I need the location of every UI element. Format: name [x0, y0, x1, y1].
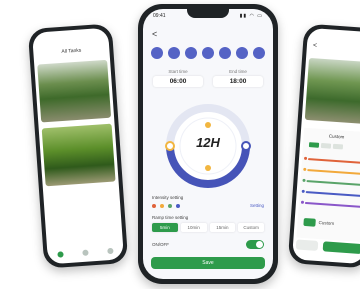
channel-slider-5[interactable]: [304, 201, 360, 208]
day-toggle-5[interactable]: [219, 47, 231, 59]
start-time-label: Start time: [168, 69, 188, 74]
intensity-dot-3: [168, 204, 172, 208]
back-icon[interactable]: <: [152, 29, 157, 39]
ramp-label: Ramp time setting: [152, 215, 189, 220]
onoff-label: ON/OFF: [152, 242, 169, 247]
status-time: 09:41: [153, 13, 166, 19]
intensity-dot-2: [160, 204, 164, 208]
left-screen: All Tanks: [32, 27, 124, 265]
custom-button[interactable]: [303, 217, 316, 227]
day-toggle-4[interactable]: [202, 47, 214, 59]
channel-slider-4[interactable]: [305, 191, 360, 197]
save-button[interactable]: [322, 241, 360, 255]
day-toggle-2[interactable]: [168, 47, 180, 59]
intensity-dot-4: [176, 204, 180, 208]
channel-slider-1[interactable]: [307, 158, 360, 164]
tab-1[interactable]: [308, 142, 320, 148]
day-toggle-3[interactable]: [185, 47, 197, 59]
home-icon[interactable]: [56, 251, 64, 258]
end-time-label: End time: [229, 69, 247, 74]
intensity-row: Setting: [152, 203, 264, 213]
moon-icon: [205, 165, 211, 171]
day-toggle-7[interactable]: [253, 47, 265, 59]
setting-link[interactable]: Setting: [250, 203, 264, 208]
start-time-value[interactable]: 06:00: [153, 76, 203, 87]
right-screen: < Custom Custom: [291, 27, 360, 265]
cancel-button[interactable]: [295, 239, 319, 251]
left-bottom-nav: [47, 247, 123, 258]
status-icons: ▮▮ ◠ ▭: [239, 13, 263, 19]
phone-right: < Custom Custom: [287, 23, 360, 269]
ramp-option-2[interactable]: 10min: [180, 223, 207, 232]
ramp-options: 5min 10min 15min Custom: [152, 223, 264, 232]
onoff-toggle[interactable]: [246, 240, 264, 249]
tab-3[interactable]: [332, 143, 344, 150]
ramp-option-1[interactable]: 5min: [152, 223, 178, 232]
status-bar: 09:41 ▮▮ ◠ ▭: [153, 13, 263, 21]
dial-duration: 12H: [196, 135, 220, 150]
sun-icon: [205, 122, 211, 128]
end-time-box: End time 18:00: [213, 69, 263, 87]
intensity-dot-1: [152, 204, 156, 208]
channel-slider-3[interactable]: [306, 180, 360, 186]
intensity-label: Intensity setting: [152, 195, 184, 200]
ramp-option-3[interactable]: 15min: [209, 223, 236, 232]
end-time-value[interactable]: 18:00: [213, 76, 263, 87]
onoff-row: ON/OFF: [152, 240, 264, 250]
back-icon[interactable]: <: [313, 42, 318, 49]
day-selector: [151, 47, 265, 59]
panel-tabs: [308, 142, 344, 150]
phone-left: All Tanks: [27, 23, 129, 269]
center-screen: 09:41 ▮▮ ◠ ▭ < Start time 06:00 End time…: [143, 9, 273, 279]
settings-icon[interactable]: [82, 249, 89, 256]
panel-title: Custom: [328, 133, 345, 140]
day-toggle-1[interactable]: [151, 47, 163, 59]
left-header-title: All Tanks: [61, 47, 82, 55]
intensity-dots: [152, 204, 180, 208]
custom-panel: Custom Custom: [296, 127, 360, 243]
time-range: Start time 06:00 End time 18:00: [153, 69, 263, 87]
tank-image-1[interactable]: [37, 59, 112, 123]
ramp-option-4[interactable]: Custom: [238, 223, 264, 232]
tab-2[interactable]: [320, 142, 332, 149]
schedule-dial[interactable]: 12H: [161, 99, 255, 193]
phone-center: 09:41 ▮▮ ◠ ▭ < Start time 06:00 End time…: [138, 4, 278, 284]
tank-image: [304, 57, 360, 125]
tank-image-2[interactable]: [41, 123, 116, 187]
channel-slider-2[interactable]: [307, 169, 360, 175]
day-toggle-6[interactable]: [236, 47, 248, 59]
save-button[interactable]: Save: [151, 257, 265, 269]
profile-icon[interactable]: [107, 247, 114, 255]
custom-button-label: Custom: [318, 219, 335, 227]
start-time-box: Start time 06:00: [153, 69, 203, 87]
